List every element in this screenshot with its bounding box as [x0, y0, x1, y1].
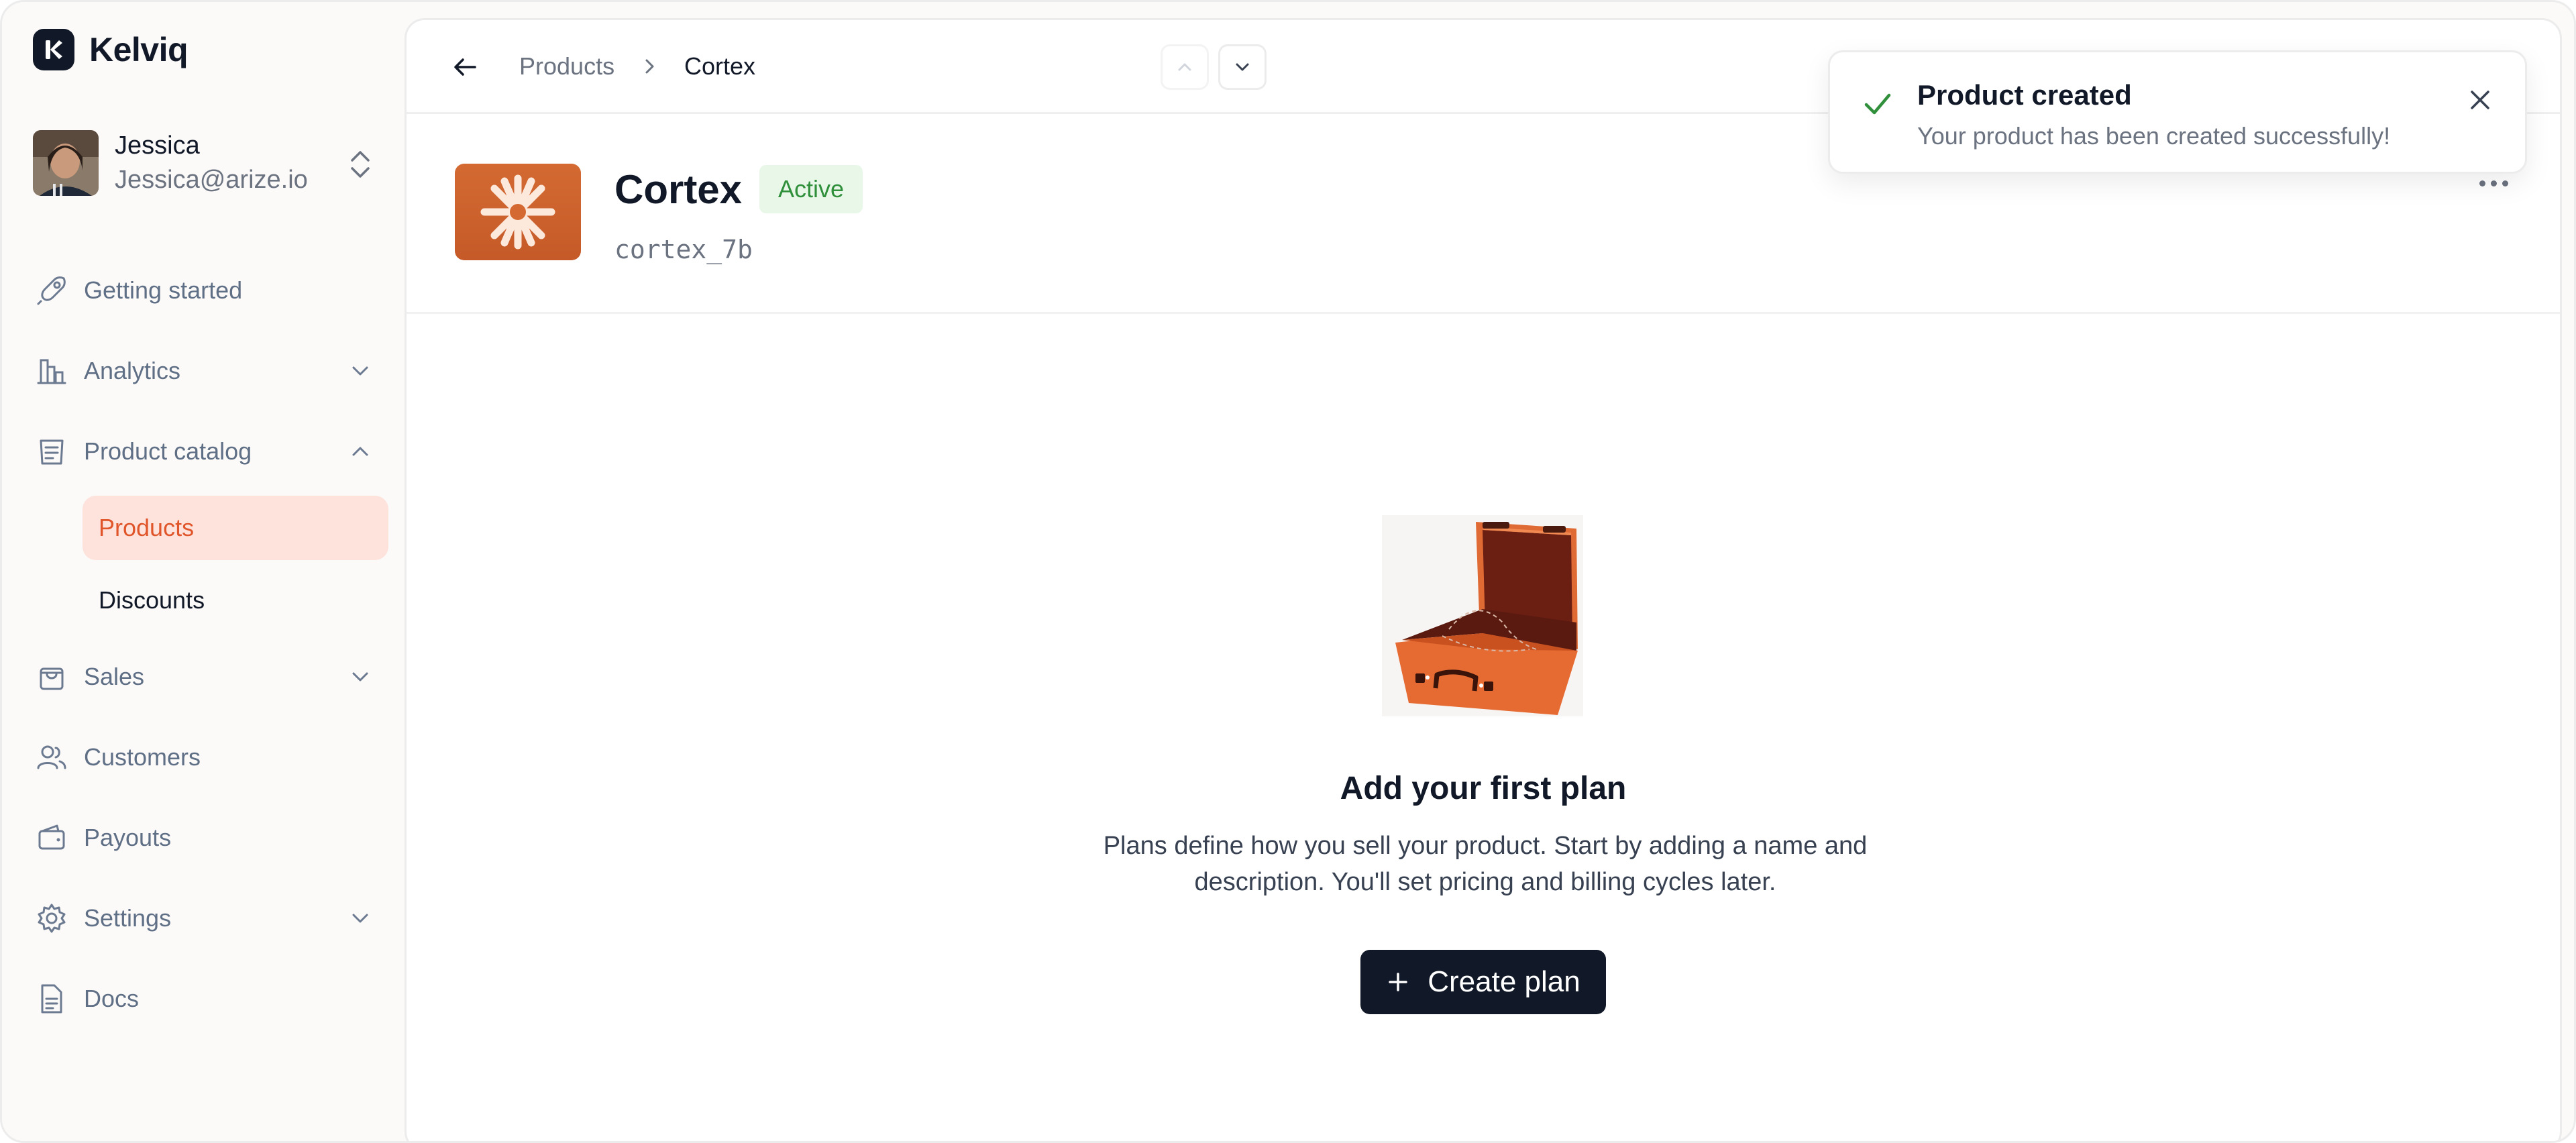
sidebar-item-label: Product catalog — [84, 437, 252, 465]
catalog-icon — [40, 439, 64, 465]
sidebar-item-label: Analytics — [84, 357, 181, 384]
sidebar-item-label: Docs — [84, 985, 140, 1012]
chevron-up-down-icon[interactable] — [347, 144, 374, 184]
sparkle-icon — [480, 174, 555, 250]
close-icon[interactable] — [2465, 85, 2496, 115]
sidebar-item-settings[interactable]: Settings — [29, 878, 388, 959]
sidebar-item-label: Getting started — [84, 276, 243, 304]
brand[interactable]: Kelviq — [33, 29, 189, 70]
kelviq-logo-icon — [33, 29, 74, 70]
chevron-up-icon — [1178, 63, 1191, 71]
user-name: Jessica — [115, 131, 200, 160]
previous-product-button[interactable] — [1161, 44, 1209, 90]
chevron-up-icon — [352, 447, 368, 456]
sidebar-item-analytics[interactable]: Analytics — [29, 331, 388, 411]
sidebar-item-label: Settings — [84, 904, 172, 932]
breadcrumb-current: Cortex — [684, 52, 756, 80]
sidebar-item-label: Customers — [84, 743, 201, 771]
create-plan-label: Create plan — [1428, 965, 1580, 998]
sidebar-item-sales[interactable]: Sales — [29, 637, 388, 717]
sidebar-subitem-discounts[interactable]: Discounts — [29, 564, 388, 637]
main-nav: Getting started Analytics Product catalo… — [29, 250, 388, 1039]
chevron-right-icon — [645, 59, 654, 74]
sidebar-subitem-label: Discounts — [99, 586, 205, 614]
user-switcher[interactable]: Jessica Jessica@arize.io — [33, 128, 374, 198]
document-icon — [41, 984, 62, 1014]
sidebar-item-customers[interactable]: Customers — [29, 717, 388, 798]
next-product-button[interactable] — [1218, 44, 1267, 90]
bar-chart-icon — [37, 359, 66, 384]
sidebar-item-label: Sales — [84, 663, 145, 690]
sidebar-item-getting-started[interactable]: Getting started — [29, 250, 388, 331]
shopping-bag-icon — [40, 667, 64, 690]
sidebar: Kelviq Jessica Jessica@arize.io Getting … — [2, 2, 405, 1141]
user-email: Jessica@arize.io — [115, 166, 308, 194]
chevron-down-icon — [352, 366, 368, 376]
main-panel: Products Cortex Cortex Active cortex_7b … — [405, 18, 2562, 1141]
empty-state-description: Plans define how you sell your product. … — [1103, 832, 1868, 896]
rocket-icon — [37, 276, 66, 305]
product-name: Cortex — [614, 167, 743, 212]
users-icon — [37, 745, 66, 769]
sidebar-item-product-catalog[interactable]: Product catalog — [29, 411, 388, 492]
status-badge: Active — [759, 165, 863, 213]
chevron-down-icon — [352, 672, 368, 682]
wallet-icon — [38, 824, 65, 850]
sidebar-subitem-label: Products — [83, 496, 388, 560]
app-window: Kelviq Jessica Jessica@arize.io Getting … — [0, 0, 2576, 1143]
toast-title: Product created — [1917, 79, 2132, 111]
product-logo — [455, 164, 581, 260]
chevron-down-icon — [352, 914, 368, 923]
brand-name: Kelviq — [89, 31, 189, 68]
sidebar-subitem-products[interactable]: Products — [29, 492, 388, 564]
toast-message: Your product has been created successful… — [1917, 122, 2391, 150]
breadcrumb-products-link[interactable]: Products — [519, 52, 614, 80]
gear-icon — [38, 904, 66, 933]
more-options-icon[interactable] — [2479, 173, 2520, 193]
sidebar-item-payouts[interactable]: Payouts — [29, 798, 388, 878]
plus-icon — [1389, 973, 1407, 991]
toast-notification: Product created Your product has been cr… — [1828, 50, 2527, 174]
empty-state-title: Add your first plan — [1340, 771, 1627, 806]
open-suitcase-illustration — [1382, 515, 1583, 716]
sidebar-item-label: Payouts — [84, 824, 172, 851]
check-icon — [1864, 93, 1891, 115]
product-id: cortex_7b — [614, 235, 753, 264]
empty-state: Add your first plan Plans define how you… — [407, 314, 2560, 1141]
arrow-left-icon[interactable] — [451, 52, 480, 82]
chevron-down-icon — [1236, 63, 1249, 71]
sidebar-item-docs[interactable]: Docs — [29, 959, 388, 1039]
create-plan-button[interactable]: Create plan — [1360, 950, 1606, 1014]
avatar — [33, 130, 99, 196]
